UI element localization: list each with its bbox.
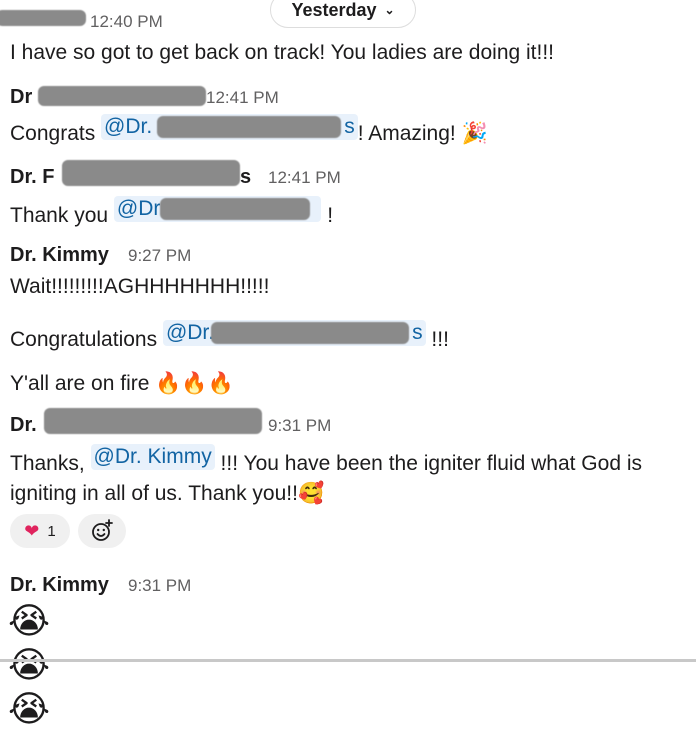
redacted-author bbox=[38, 86, 206, 106]
reaction-count: 1 bbox=[47, 522, 56, 540]
party-popper-icon: 🎉 bbox=[461, 121, 488, 145]
user-mention-dr-kimmy[interactable]: @Dr. Kimmy bbox=[90, 444, 215, 470]
redacted-author bbox=[44, 408, 262, 434]
author-name[interactable]: Dr. F bbox=[10, 166, 54, 189]
text-segment: Congrats bbox=[10, 122, 102, 145]
author-name[interactable]: Dr. Kimmy bbox=[10, 574, 109, 597]
message-text: 😭😭😭 bbox=[8, 600, 50, 732]
message-timestamp[interactable]: 12:41 PM bbox=[268, 168, 341, 188]
message-timestamp[interactable]: 9:31 PM bbox=[128, 576, 191, 596]
fire-icon: 🔥🔥🔥 bbox=[155, 371, 234, 395]
author-name[interactable]: Dr bbox=[10, 86, 32, 109]
text-segment: ! Amazing! bbox=[357, 122, 462, 145]
message-text: Y'all are on fire 🔥🔥🔥 bbox=[10, 368, 234, 399]
add-reaction-button[interactable] bbox=[78, 514, 126, 548]
day-divider-label: Yesterday bbox=[291, 0, 377, 20]
message-text: Congratulations @Dr. s !!! bbox=[10, 320, 449, 351]
redacted-author bbox=[0, 10, 86, 26]
user-mention[interactable]: @Dr. s bbox=[162, 320, 426, 346]
message-timestamp[interactable]: 9:31 PM bbox=[268, 416, 331, 436]
day-divider-button[interactable]: Yesterday ⌄ bbox=[270, 0, 416, 28]
redacted-author bbox=[62, 160, 240, 186]
user-mention[interactable]: @Dr. s bbox=[101, 114, 358, 140]
chevron-down-icon: ⌄ bbox=[384, 3, 395, 17]
message-timestamp[interactable]: 12:40 PM bbox=[90, 12, 163, 32]
red-heart-icon: ❤ bbox=[24, 520, 40, 542]
message-text: I have so got to get back on track! You … bbox=[10, 41, 555, 64]
message-text: Thanks, @Dr. Kimmy !!! You have been the… bbox=[10, 444, 642, 475]
message-timestamp[interactable]: 12:41 PM bbox=[206, 88, 279, 108]
author-name[interactable]: Dr. Kimmy bbox=[10, 244, 109, 267]
message-text: Wait!!!!!!!!!AGHHHHHHH!!!!! bbox=[10, 275, 270, 298]
add-reaction-icon bbox=[92, 519, 113, 541]
message-timestamp[interactable]: 9:27 PM bbox=[128, 246, 191, 266]
message-text: igniting in all of us. Thank you!!🥰 bbox=[10, 478, 324, 509]
author-name[interactable]: Dr. bbox=[10, 414, 37, 437]
message-text: Congrats @Dr. s! Amazing! 🎉 bbox=[10, 114, 488, 149]
message-text: Thank you @Dr ! bbox=[10, 196, 334, 227]
smiling-face-with-hearts-icon: 🥰 bbox=[297, 481, 325, 505]
loudly-crying-face-icon: 😭😭😭 bbox=[8, 601, 51, 730]
reaction-heart[interactable]: ❤ 1 bbox=[10, 514, 70, 548]
user-mention[interactable]: @Dr bbox=[113, 196, 322, 222]
